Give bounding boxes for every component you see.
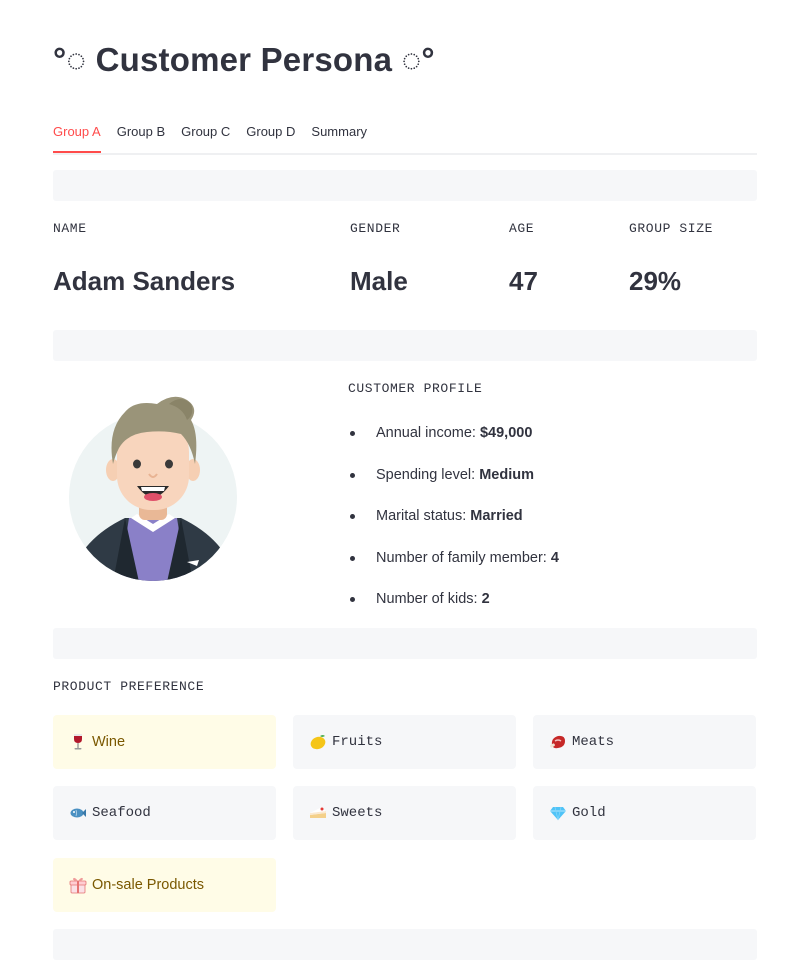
profile-list: Annual income: $49,000 Spending level: M… [348, 418, 559, 626]
preference-card-sweets: Sweets [293, 786, 516, 840]
avatar-eye-left [133, 459, 141, 469]
profile-item-spending: Spending level: Medium [348, 460, 559, 502]
preference-label: Wine [92, 734, 126, 750]
metric-gender-value: Male [350, 266, 408, 296]
metric-age-label: AGE [509, 221, 535, 236]
profile-item-label: Number of family member: [376, 549, 547, 566]
lemon-icon [309, 733, 327, 751]
preference-label: Fruits [332, 734, 383, 750]
profile-item-kids: Number of kids: 2 [348, 584, 559, 626]
profile-item-value: Married [470, 508, 523, 524]
preference-label: Sweets [332, 805, 383, 821]
preference-label: Meats [572, 734, 615, 750]
profile-item-marital: Marital status: Married [348, 501, 559, 543]
gem-icon [549, 804, 567, 822]
profile-item-label: Spending level: [376, 466, 476, 483]
profile-item-value: 4 [550, 549, 559, 566]
fish-icon [69, 804, 87, 822]
metric-group-size-value: 29% [629, 266, 682, 296]
preference-card-wine: Wine [53, 715, 276, 769]
tab-summary[interactable]: Summary [311, 116, 367, 151]
preference-card-meats: Meats [533, 715, 756, 769]
page-title: °◌ Customer Persona ◌° [53, 41, 435, 78]
tab-group-b[interactable]: Group B [117, 116, 165, 151]
preference-card-fruits: Fruits [293, 715, 516, 769]
avatar-tongue [144, 493, 162, 501]
tab-bar: Group A Group B Group C Group D Summary [53, 116, 757, 155]
profile-item-value: Medium [479, 466, 534, 483]
metric-group-size-label: GROUP SIZE [629, 221, 714, 236]
preference-label: Gold [572, 805, 606, 821]
preference-card-on-sale: On-sale Products [53, 858, 276, 912]
metric-gender-label: GENDER [350, 221, 401, 236]
profile-heading: CUSTOMER PROFILE [348, 381, 483, 396]
profile-item-label: Annual income: [376, 425, 476, 441]
preference-label: Seafood [92, 805, 151, 821]
avatar-teeth [141, 487, 165, 491]
profile-item-label: Marital status: [376, 508, 467, 524]
metric-name-value: Adam Sanders [53, 266, 236, 296]
metric-name-label: NAME [53, 221, 87, 236]
profile-item-value: $49,000 [479, 425, 533, 441]
section-divider [53, 628, 757, 659]
section-divider [53, 330, 757, 361]
tab-group-d[interactable]: Group D [246, 116, 295, 151]
cake-icon [309, 804, 327, 822]
preference-heading: PRODUCT PREFERENCE [53, 679, 205, 694]
profile-item-label: Number of kids: [376, 591, 478, 607]
avatar-eye-right [165, 459, 173, 469]
preference-label: On-sale Products [92, 877, 205, 893]
section-divider [53, 170, 757, 201]
section-divider [53, 929, 757, 960]
wine-glass-icon [69, 733, 87, 751]
meat-icon [549, 733, 567, 751]
preference-card-seafood: Seafood [53, 786, 276, 840]
tab-group-c[interactable]: Group C [181, 116, 230, 151]
persona-page: °◌ Customer Persona ◌° Group A Group B G… [0, 0, 808, 975]
profile-item-value: 2 [481, 591, 490, 607]
metric-age-value: 47 [509, 266, 538, 296]
gift-icon [69, 876, 87, 894]
profile-item-income: Annual income: $49,000 [348, 418, 559, 460]
tab-group-a[interactable]: Group A [53, 116, 101, 153]
preference-card-gold: Gold [533, 786, 756, 840]
persona-avatar [69, 396, 237, 581]
profile-item-family: Number of family member: 4 [348, 543, 559, 585]
